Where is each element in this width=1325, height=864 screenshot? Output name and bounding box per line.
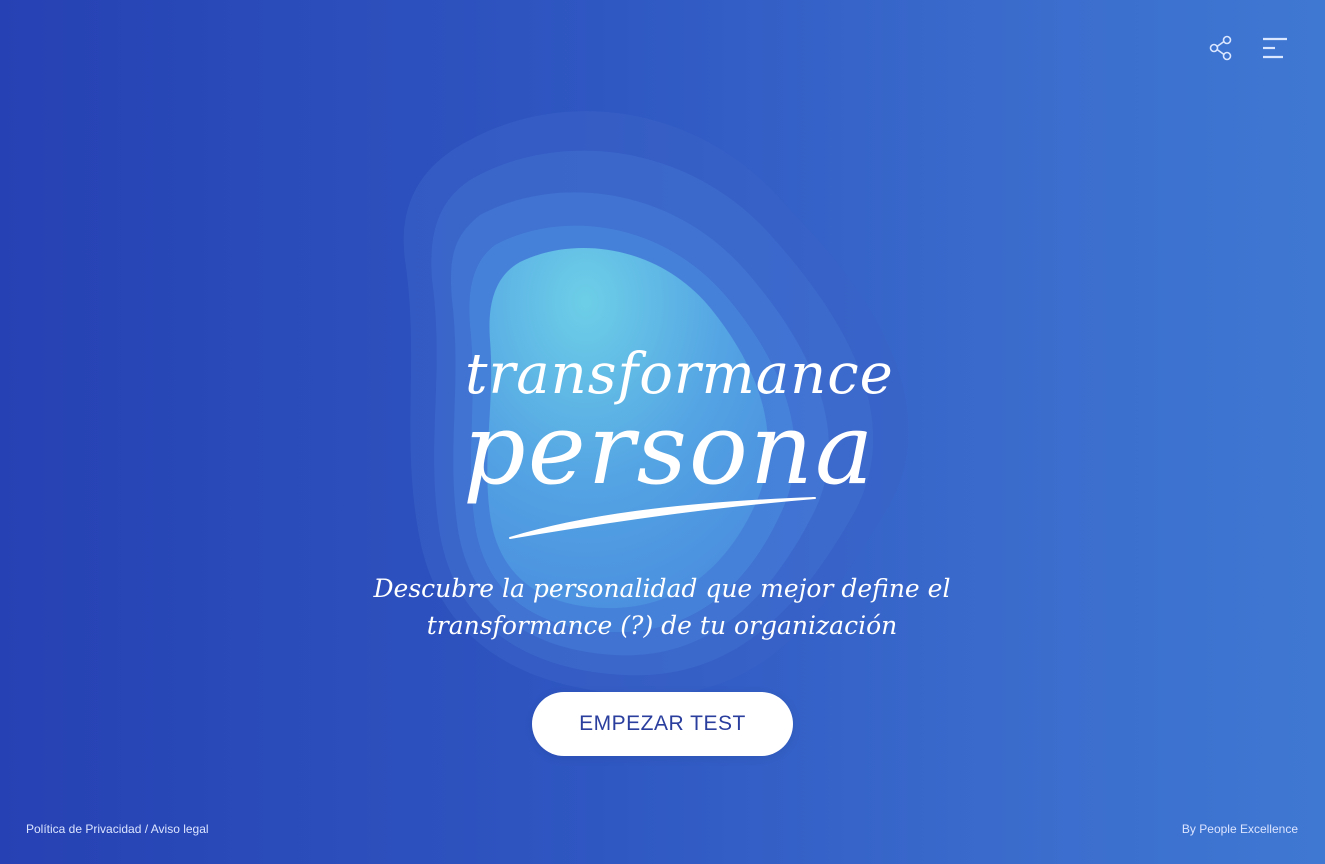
legal-notice-link[interactable]: Aviso legal bbox=[151, 822, 209, 836]
header-actions bbox=[1207, 34, 1289, 62]
share-icon[interactable] bbox=[1207, 34, 1235, 62]
privacy-policy-link[interactable]: Política de Privacidad bbox=[26, 822, 141, 836]
start-test-button[interactable]: EMPEZAR TEST bbox=[532, 692, 793, 756]
logo-swoosh bbox=[509, 497, 816, 539]
tagline: Descubre la personalidad que mejor defin… bbox=[362, 570, 962, 644]
footer-legal-links: Política de Privacidad / Aviso legal bbox=[26, 822, 209, 836]
menu-icon[interactable] bbox=[1261, 34, 1289, 62]
footer-credit: By People Excellence bbox=[1181, 822, 1298, 836]
tagline-line-2: transformance (?) de tu organización bbox=[426, 611, 898, 640]
tagline-line-1: Descubre la personalidad que mejor defin… bbox=[373, 574, 951, 603]
footer-separator: / bbox=[141, 822, 151, 836]
transformance-persona-logo: transformance persona bbox=[455, 340, 893, 545]
